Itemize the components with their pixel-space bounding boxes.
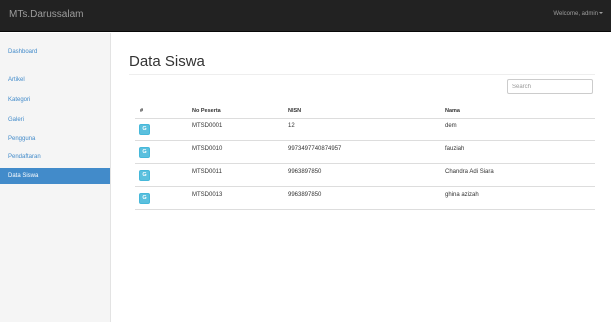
column-header-nisn: NISN xyxy=(288,108,302,114)
edit-icon[interactable]: G xyxy=(139,147,150,158)
sidebar-item-kategori[interactable]: Kategori xyxy=(0,92,110,108)
sidebar: Dashboard Artikel Kategori Galeri Penggu… xyxy=(0,33,111,322)
edit-icon[interactable]: G xyxy=(139,193,150,204)
column-header-no-peserta: No Peserta xyxy=(192,108,221,114)
table-row: G MTSD0013 9963897850 ghina azizah xyxy=(135,187,595,210)
top-navbar: MTs.Darussalam Welcome, admin xyxy=(0,0,611,32)
sidebar-item-galeri[interactable]: Galeri xyxy=(0,112,110,128)
sidebar-item-dashboard[interactable]: Dashboard xyxy=(0,44,110,60)
cell-nisn: 12 xyxy=(288,123,295,129)
cell-nama: Chandra Adi Siara xyxy=(445,169,494,175)
table-row: G MTSD0001 12 dem xyxy=(135,118,595,141)
search-input[interactable] xyxy=(507,79,593,94)
sidebar-item-pengguna[interactable]: Pengguna xyxy=(0,131,110,147)
cell-nisn: 9973497740874957 xyxy=(288,146,342,152)
cell-no-peserta: MTSD0013 xyxy=(192,192,223,198)
cell-nisn: 9963897850 xyxy=(288,169,322,175)
sidebar-item-pendaftaran[interactable]: Pendaftaran xyxy=(0,149,110,165)
cell-no-peserta: MTSD0001 xyxy=(192,123,223,129)
column-header-number: # xyxy=(140,108,144,114)
column-header-nama: Nama xyxy=(445,108,460,114)
sidebar-item-data-siswa[interactable]: Data Siswa xyxy=(0,168,110,184)
cell-nama: ghina azizah xyxy=(445,192,479,198)
cell-nama: fauziah xyxy=(445,146,465,152)
caret-down-icon xyxy=(599,12,603,15)
cell-nama: dem xyxy=(445,123,457,129)
cell-no-peserta: MTSD0010 xyxy=(192,146,223,152)
page-title: Data Siswa xyxy=(129,53,205,70)
table-row: G MTSD0011 9963897850 Chandra Adi Siara xyxy=(135,164,595,187)
table-row: G MTSD0010 9973497740874957 fauziah xyxy=(135,141,595,164)
cell-no-peserta: MTSD0011 xyxy=(192,169,222,175)
cell-nisn: 9963897850 xyxy=(288,192,322,198)
sidebar-item-artikel[interactable]: Artikel xyxy=(0,72,110,88)
edit-icon[interactable]: G xyxy=(139,170,150,181)
title-divider xyxy=(129,74,595,75)
user-menu[interactable]: Welcome, admin xyxy=(553,11,603,17)
edit-icon[interactable]: G xyxy=(139,124,150,135)
brand-link[interactable]: MTs.Darussalam xyxy=(9,9,83,20)
welcome-label: Welcome, admin xyxy=(553,11,598,17)
